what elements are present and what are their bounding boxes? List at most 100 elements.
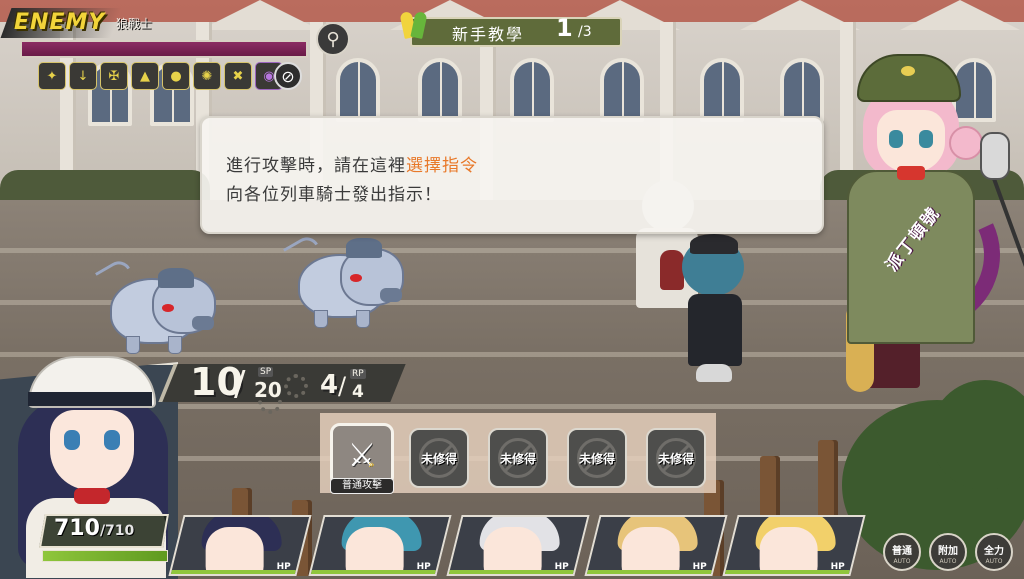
beginner-leaf-icon: [398, 8, 428, 42]
knight-beret: [690, 234, 738, 254]
feather-icon[interactable]: ✦: [38, 62, 66, 90]
wolf-crest: [346, 238, 382, 258]
party-member-hp-label: HP: [276, 562, 291, 572]
normal-attack-label: 普通攻擊: [330, 478, 394, 494]
locked-skill-label: 未修得: [657, 451, 694, 466]
party-member-card[interactable]: HP: [584, 515, 728, 576]
party-member-hp-label: HP: [554, 562, 569, 572]
rp-slash: /: [338, 372, 347, 400]
dialog-line-2: 向各位列車騎士發出指示！: [226, 185, 442, 205]
microphone-icon: [980, 132, 1010, 180]
prohibited-icon[interactable]: ⊘: [274, 62, 302, 90]
party-member-card[interactable]: HP: [722, 515, 866, 576]
normal-auto-button[interactable]: 普通 AUTO: [883, 533, 921, 571]
locked-skill-label: 未修得: [499, 451, 536, 466]
navigator-ribbon: [897, 166, 925, 180]
portrait-face: [50, 410, 134, 490]
dialog-highlight: 選擇指令: [406, 156, 478, 176]
additional-auto-button[interactable]: 附加 AUTO: [929, 533, 967, 571]
search-icon: ⚲: [326, 28, 340, 50]
portrait-eye: [64, 430, 80, 450]
tutorial-dialog[interactable]: 進行攻擊時，請在這裡選擇指令 向各位列車騎士發出指示！: [200, 116, 824, 234]
window: [700, 58, 744, 122]
sp-tag: SP: [258, 367, 274, 377]
wolf-eye: [162, 304, 174, 312]
normal-auto-label: 普通: [892, 546, 912, 557]
wolf-tail: [94, 256, 131, 285]
enemy-hp-bar: [20, 40, 308, 58]
normal-auto-sub: AUTO: [893, 558, 911, 565]
rp-tag: RP: [350, 369, 366, 379]
drop-icon[interactable]: ●: [162, 62, 190, 90]
dialog-line-1: 進行攻擊時，請在這裡選擇指令: [226, 151, 478, 176]
locked-skill-button[interactable]: 未修得: [567, 428, 627, 488]
active-hp-current: 710: [54, 516, 100, 541]
locked-skill-button[interactable]: 未修得: [646, 428, 706, 488]
sp-slash: /: [234, 364, 246, 404]
sp-max: 20: [254, 378, 282, 402]
wolf-eye: [350, 274, 362, 282]
enemy-hp-fill: [22, 42, 306, 56]
tutorial-title: 新手教學: [452, 25, 525, 44]
party-member-card[interactable]: HP: [446, 515, 590, 576]
wolf-enemy[interactable]: [94, 256, 226, 354]
active-hp-max: /710: [99, 523, 135, 539]
wolf-tail: [282, 232, 319, 261]
wolf-crest: [158, 268, 194, 288]
portrait-eye: [104, 430, 120, 450]
window: [418, 58, 462, 122]
window: [600, 58, 644, 122]
party-member-hp-label: HP: [692, 562, 707, 572]
locked-skill-button[interactable]: 未修得: [409, 428, 469, 488]
navigator-eye: [889, 130, 903, 148]
window: [780, 58, 824, 122]
tutorial-step-current: 1: [556, 14, 573, 42]
wolf-muzzle: [380, 288, 402, 302]
navigator-face: [877, 110, 945, 172]
party-member-face: [759, 527, 818, 576]
knight-legs: [696, 364, 732, 382]
party-member-card[interactable]: HP: [168, 515, 312, 576]
party-member-face: [345, 527, 404, 576]
tutorial-step-total: /3: [578, 24, 592, 40]
navigator-cap: [857, 54, 961, 102]
enemy-info-button[interactable]: ⚲: [316, 22, 350, 56]
party-member-face: [483, 527, 542, 576]
gable: [900, 0, 1020, 30]
navigator-hair-bun: [949, 126, 983, 160]
active-hp-fill: [43, 551, 167, 561]
locked-skill-label: 未修得: [420, 451, 457, 466]
chevron-right-icon: »: [368, 458, 375, 471]
wolf-muzzle: [192, 316, 214, 330]
party-member-face: [205, 527, 264, 576]
window: [510, 58, 554, 122]
wolf-leg: [314, 310, 328, 328]
additional-auto-sub: AUTO: [939, 558, 957, 565]
additional-auto-label: 附加: [938, 546, 958, 557]
party-member-face: [621, 527, 680, 576]
sword-down-icon[interactable]: ↓: [69, 62, 97, 90]
full-power-auto-sub: AUTO: [985, 558, 1003, 565]
rp-current: 4: [320, 370, 339, 400]
full-power-auto-label: 全力: [984, 546, 1004, 557]
active-hp-bar: [42, 550, 168, 562]
gear-icon: [284, 374, 308, 398]
cross-icon[interactable]: ✖: [224, 62, 252, 90]
flame-icon[interactable]: ▲: [131, 62, 159, 90]
rp-max: 4: [352, 382, 364, 402]
knight-body: [688, 294, 742, 366]
party-member-hp-label: HP: [830, 562, 845, 572]
party-member-hp-label: HP: [416, 562, 431, 572]
locked-skill-button[interactable]: 未修得: [488, 428, 548, 488]
wolf-enemy[interactable]: [282, 232, 414, 328]
wolf-leg: [356, 310, 370, 328]
swirl-icon[interactable]: ✺: [193, 62, 221, 90]
enemy-hud: ENEMY 狼戰士: [0, 4, 308, 60]
navigator-eye: [919, 130, 933, 148]
wolf-leg: [126, 336, 140, 354]
portrait-cap-visor: [28, 392, 152, 406]
party-member-card[interactable]: HP: [308, 515, 452, 576]
knight-blue-haired[interactable]: [668, 234, 764, 384]
claw-icon[interactable]: ✠: [100, 62, 128, 90]
full-power-auto-button[interactable]: 全力 AUTO: [975, 533, 1013, 571]
